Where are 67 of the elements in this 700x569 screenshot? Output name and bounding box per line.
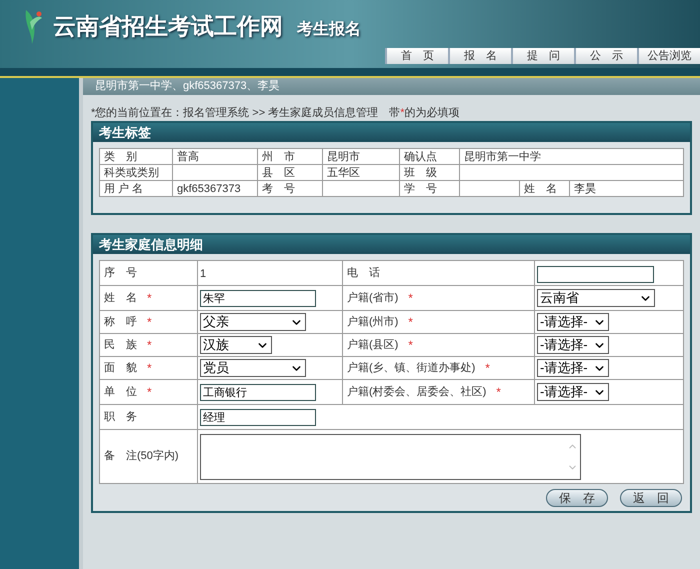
nav-tab[interactable]: 公 示	[574, 48, 637, 64]
field-label: 户籍(州市)	[346, 314, 398, 330]
field-label: 户籍(乡、镇、街道办事处)	[346, 360, 476, 376]
field-value: 昆明市	[326, 150, 360, 162]
field-label: 电 话	[346, 266, 380, 281]
field-value: 普高	[176, 150, 199, 162]
field-label: 单 位	[104, 384, 137, 400]
nav-tab[interactable]: 提 问	[511, 48, 574, 64]
form-button[interactable]: 保 存	[546, 489, 608, 507]
field-value: 昆明市第一中学	[464, 150, 541, 162]
field-label: 县 区	[262, 166, 295, 178]
field-label: 州 市	[262, 150, 295, 162]
select-field[interactable]: -请选择-	[536, 313, 609, 331]
required-mark: *	[146, 290, 152, 307]
required-mark: *	[146, 360, 152, 377]
required-mark: *	[408, 337, 413, 354]
breadcrumb-text: *您的当前位置在：报名管理系统 >> 考生家庭成员信息管理 带*的为必填项	[90, 106, 460, 121]
panel-title: 考生家庭信息明细	[92, 235, 690, 254]
site-subtitle: 考生报名	[297, 22, 361, 38]
field-label: 户籍(省市)	[346, 290, 398, 306]
field-label: 称 呼	[104, 314, 137, 330]
select-field[interactable]: -请选择-	[536, 336, 609, 354]
form-button[interactable]: 返 回	[620, 489, 682, 507]
field-value: 五华区	[326, 166, 360, 178]
field-label: 科类或类别	[104, 166, 159, 178]
textarea-field[interactable]	[200, 434, 581, 480]
input-field[interactable]: 经理	[200, 409, 316, 426]
field-label: 班 级	[404, 166, 437, 178]
field-label: 学 号	[404, 182, 437, 194]
required-mark: *	[408, 290, 413, 307]
field-label: 考 号	[262, 182, 295, 194]
select-field[interactable]: 云南省	[536, 289, 655, 307]
field-value: 李昊	[574, 182, 596, 194]
input-field[interactable]	[536, 266, 654, 282]
field-label: 户籍(县区)	[346, 338, 398, 353]
select-field[interactable]: -请选择-	[536, 383, 609, 401]
field-label: 用 户 名	[104, 182, 144, 194]
required-mark: *	[146, 384, 152, 401]
field-label: 户籍(村委会、居委会、社区)	[346, 384, 486, 400]
select-field[interactable]: -请选择-	[536, 359, 609, 377]
panel-title: 考生标签	[92, 123, 690, 142]
field-value: gkf65367373	[176, 182, 241, 194]
field-label: 序 号	[104, 266, 137, 281]
user-bar: 昆明市第一中学、gkf65367373、李昊	[82, 78, 700, 95]
input-field[interactable]: 朱罕	[200, 290, 316, 307]
required-mark: *	[408, 314, 413, 331]
select-field[interactable]: 汉族	[200, 336, 272, 354]
field-label: 民 族	[104, 338, 137, 353]
field-label: 类 别	[104, 150, 137, 162]
field-label: 确认点	[404, 150, 437, 162]
site-title: 云南省招生考试工作网	[53, 15, 283, 38]
nav-tab[interactable]: 首 页	[385, 48, 448, 64]
nav-tab[interactable]: 公告浏览	[637, 48, 700, 64]
required-mark: *	[146, 314, 152, 331]
field-label: 职 务	[104, 410, 137, 425]
field-label: 姓 名	[524, 182, 557, 194]
field-label: 姓 名	[104, 290, 137, 306]
required-mark: *	[146, 337, 152, 354]
input-field[interactable]: 工商银行	[200, 384, 316, 401]
field-label: 面 貌	[104, 360, 137, 376]
select-field[interactable]: 党员	[200, 359, 306, 377]
field-label: 备 注(50字内)	[104, 448, 179, 464]
field-value: 1	[200, 268, 206, 280]
required-mark: *	[485, 360, 490, 377]
required-mark: *	[496, 384, 501, 401]
select-field[interactable]: 父亲	[200, 313, 306, 331]
nav-tab[interactable]: 报 名	[448, 48, 511, 64]
